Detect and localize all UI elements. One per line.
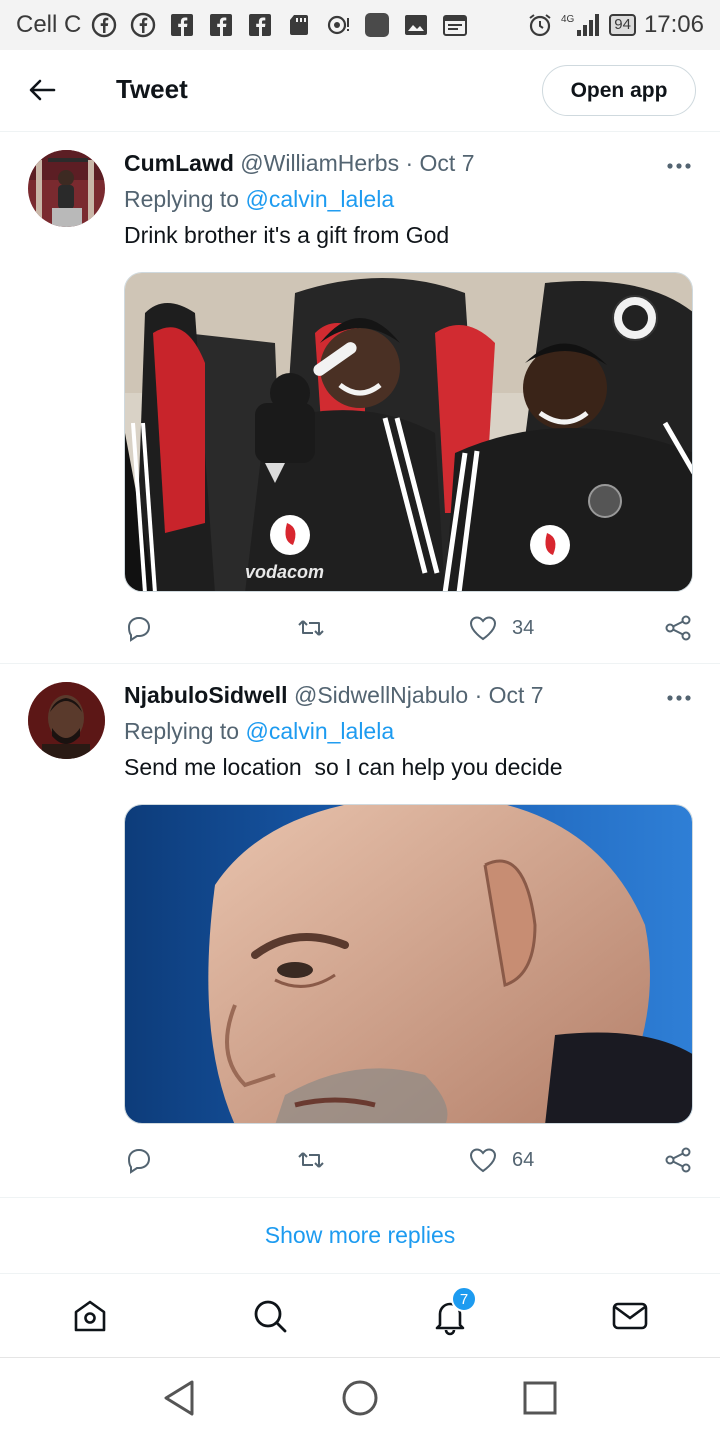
replying-to: Replying to @calvin_lalela <box>124 186 394 213</box>
facebook-icon <box>131 12 156 38</box>
calendar-icon <box>443 15 468 36</box>
facebook-square-icon <box>171 14 194 36</box>
retweet-button[interactable] <box>296 1142 326 1178</box>
retweet-icon <box>298 1152 324 1168</box>
system-navigation-bar <box>0 1358 720 1440</box>
carrier-label: Cell C <box>16 11 82 38</box>
reply-icon <box>127 616 151 642</box>
avatar[interactable] <box>28 150 105 227</box>
alarm-icon <box>529 14 551 37</box>
share-icon <box>665 1147 691 1173</box>
tweet-date[interactable]: Oct 7 <box>489 682 544 708</box>
share-icon <box>665 615 691 641</box>
tweet-photo[interactable] <box>124 804 693 1124</box>
replying-to-prefix: Replying to <box>124 718 240 744</box>
search-icon[interactable] <box>250 1296 290 1336</box>
facebook-icon <box>92 12 117 38</box>
tweet-meta: NjabuloSidwell @SidwellNjabulo · Oct 7 <box>124 682 544 709</box>
app-square-icon <box>365 13 390 37</box>
sd-card-icon <box>290 15 309 35</box>
heart-icon <box>469 1148 497 1173</box>
user-handle[interactable]: @WilliamHerbs <box>240 150 399 176</box>
facebook-square-icon <box>249 14 272 36</box>
gallery-icon <box>405 15 428 35</box>
bottom-nav <box>0 1274 720 1358</box>
retweet-button[interactable] <box>296 610 326 646</box>
reply-icon <box>127 1148 151 1174</box>
tweet-actions: 64 <box>0 1142 720 1178</box>
tweet-date[interactable]: Oct 7 <box>420 150 475 176</box>
share-button[interactable] <box>663 610 693 646</box>
hotspot-alert-icon <box>328 15 350 35</box>
back-triangle-icon[interactable] <box>160 1378 200 1418</box>
arrow-left-icon[interactable] <box>26 74 58 106</box>
replying-to: Replying to @calvin_lalela <box>124 718 394 745</box>
network-type-label: 4G <box>561 14 575 25</box>
tweet[interactable]: NjabuloSidwell @SidwellNjabulo · Oct 7 R… <box>0 664 720 1198</box>
more-options-icon[interactable] <box>666 688 692 708</box>
share-button[interactable] <box>663 1142 693 1178</box>
avatar[interactable] <box>28 682 105 759</box>
tweet-text: Send me location so I can help you decid… <box>124 754 563 780</box>
heart-icon <box>469 616 497 641</box>
retweet-icon <box>298 620 324 636</box>
like-count: 64 <box>512 1148 535 1171</box>
clock: 17:06 <box>643 11 704 38</box>
open-app-button[interactable]: Open app <box>542 65 696 116</box>
tweet-text: Drink brother it's a gift from God <box>124 222 450 248</box>
reply-button[interactable] <box>124 610 154 646</box>
display-name[interactable]: NjabuloSidwell <box>124 682 288 708</box>
more-options-icon[interactable] <box>666 156 692 176</box>
signal-icon: 4G <box>561 14 600 36</box>
battery-indicator: 94 <box>609 14 636 36</box>
tweet[interactable]: CumLawd @WilliamHerbs · Oct 7 Replying t… <box>0 132 720 664</box>
replying-to-prefix: Replying to <box>124 186 240 212</box>
tweet-actions: 34 <box>0 610 720 646</box>
tweet-photo[interactable]: vodacom <box>124 272 693 592</box>
reply-button[interactable] <box>124 1142 154 1178</box>
show-more-replies-link[interactable]: Show more replies <box>0 1198 720 1274</box>
facebook-square-icon <box>210 14 233 36</box>
separator-dot: · <box>405 150 414 176</box>
separator-dot: · <box>474 682 483 708</box>
like-count: 34 <box>512 616 535 639</box>
recents-square-icon[interactable] <box>520 1378 560 1418</box>
mention-link[interactable]: @calvin_lalela <box>245 186 394 212</box>
user-handle[interactable]: @SidwellNjabulo <box>294 682 468 708</box>
display-name[interactable]: CumLawd <box>124 150 234 176</box>
tweet-meta: CumLawd @WilliamHerbs · Oct 7 <box>124 150 475 177</box>
status-bar: Cell C 4G 94 17:06 <box>0 0 720 50</box>
like-button[interactable]: 64 <box>468 1142 534 1178</box>
notification-badge: 7 <box>451 1286 477 1312</box>
home-icon[interactable] <box>70 1296 110 1336</box>
home-circle-icon[interactable] <box>340 1378 380 1418</box>
like-button[interactable]: 34 <box>468 610 534 646</box>
mention-link[interactable]: @calvin_lalela <box>245 718 394 744</box>
top-header: Tweet Open app <box>0 50 720 132</box>
page-title: Tweet <box>116 74 188 104</box>
mail-icon[interactable] <box>610 1296 650 1336</box>
sponsor-logo-text: vodacom <box>245 562 324 582</box>
